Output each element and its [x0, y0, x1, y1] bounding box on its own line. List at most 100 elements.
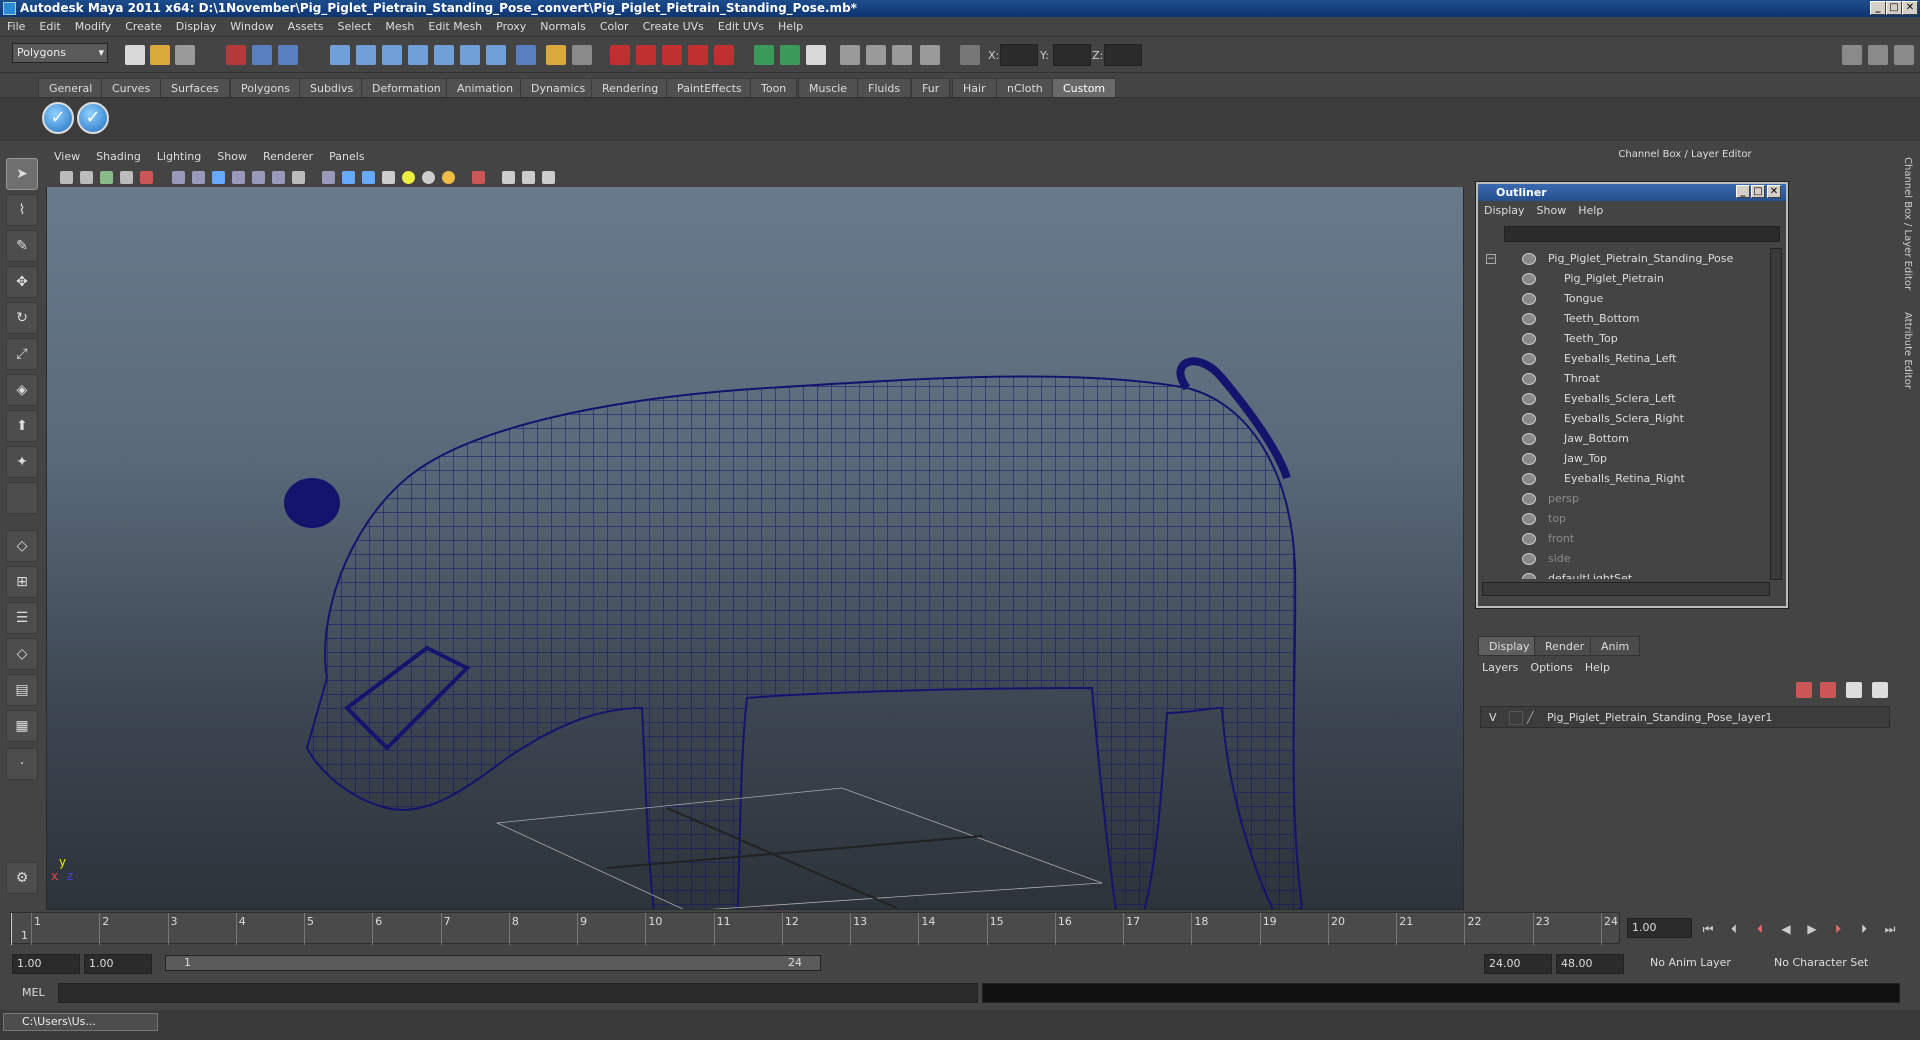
menu-normals[interactable]: Normals [533, 17, 593, 37]
history-off-icon[interactable] [486, 45, 506, 65]
maximize-button[interactable]: □ [1886, 1, 1902, 15]
outliner-item[interactable]: Eyeballs_Sclera_Left [1480, 389, 1768, 409]
soft-mod-icon[interactable]: ⬆ [6, 410, 38, 442]
outliner-close-button[interactable]: ✕ [1767, 185, 1781, 198]
outliner-item[interactable]: Pig_Piglet_Pietrain_Standing_Pose − [1480, 249, 1768, 269]
side-tab-channel-box[interactable]: Channel Box / Layer Editor [1902, 157, 1913, 290]
outliner-scrollbar[interactable] [1770, 248, 1782, 580]
layout-c-icon[interactable] [1894, 45, 1914, 65]
step-back-frame-icon[interactable]: ⏴ [1726, 922, 1742, 936]
outliner-item[interactable]: Tongue [1480, 289, 1768, 309]
smooth-shade-icon[interactable] [342, 171, 355, 184]
menu-color[interactable]: Color [593, 17, 636, 37]
perspective-viewport[interactable]: y x z [46, 147, 1464, 910]
animation-start-field[interactable]: 1.00 [12, 954, 80, 974]
outliner-item[interactable]: persp [1480, 489, 1768, 509]
resolution-gate-icon[interactable] [212, 171, 225, 184]
layer-menu-help[interactable]: Help [1579, 658, 1616, 678]
new-layer-icon[interactable] [1796, 682, 1812, 698]
open-scene-icon[interactable] [150, 45, 170, 65]
film-gate-icon[interactable] [192, 171, 205, 184]
layer-menu-options[interactable]: Options [1524, 658, 1578, 678]
render-view-icon[interactable] [572, 45, 592, 65]
textured-icon[interactable] [382, 171, 395, 184]
playback-end-field[interactable]: 24.00 [1484, 954, 1552, 974]
gate-mask-icon[interactable] [232, 171, 245, 184]
custom-layout-icon[interactable]: ▦ [6, 710, 38, 742]
tab-dynamics[interactable]: Dynamics [520, 78, 597, 97]
isolate-select-icon[interactable] [472, 171, 485, 184]
select-object-icon[interactable] [252, 45, 272, 65]
go-to-end-icon[interactable]: ⏭ [1882, 922, 1898, 936]
snap-curve-icon[interactable] [356, 45, 376, 65]
play-forwards-icon[interactable]: ▶ [1804, 922, 1820, 936]
lasso-tool-icon[interactable]: ⌇ [6, 194, 38, 226]
render-current-icon[interactable] [610, 45, 630, 65]
safe-title-icon[interactable] [292, 171, 305, 184]
mode-selector[interactable]: Polygons ▾ [12, 43, 108, 63]
grid-toggle-icon[interactable] [172, 171, 185, 184]
time-slider[interactable]: 1 1 2 3 4 5 6 7 8 9 10 11 12 13 14 15 16 17 18 19 20 21 22 23 2… [10, 912, 1620, 945]
snap-grid-icon[interactable] [330, 45, 350, 65]
camera-c-icon[interactable] [892, 45, 912, 65]
tab-curves[interactable]: Curves [101, 78, 162, 97]
layer-color-swatch[interactable]: ╱ [1527, 707, 1534, 729]
outliner-item[interactable]: top [1480, 509, 1768, 529]
single-perspective-layout-icon[interactable]: ◇ [6, 530, 38, 562]
camera-b-icon[interactable] [866, 45, 886, 65]
help-icon[interactable] [516, 45, 536, 65]
make-live-icon[interactable] [434, 45, 454, 65]
outliner-search-field[interactable] [1504, 226, 1780, 242]
viewport-menu-view[interactable]: View [46, 147, 88, 167]
safe-action-icon[interactable] [272, 171, 285, 184]
script-editor-icon[interactable]: ⚙ [6, 862, 38, 894]
rotate-tool-icon[interactable]: ↻ [6, 302, 38, 334]
viewport-menu-show[interactable]: Show [209, 147, 255, 167]
viewport-menu-shading[interactable]: Shading [88, 147, 149, 167]
y-field[interactable] [1053, 44, 1091, 66]
move-tool-icon[interactable]: ✥ [6, 266, 38, 298]
graph-layout-icon[interactable]: ◇ [6, 638, 38, 670]
render-region-icon[interactable] [714, 45, 734, 65]
play-backwards-icon[interactable]: ◀ [1778, 922, 1794, 936]
tab-muscle[interactable]: Muscle [798, 78, 859, 97]
sidebar-toggle-icon[interactable] [806, 45, 826, 65]
menu-select[interactable]: Select [330, 17, 378, 37]
blank-tool-icon[interactable] [6, 482, 38, 514]
layer-type-toggle[interactable] [1509, 711, 1523, 725]
all-lights-icon[interactable] [422, 171, 435, 184]
tab-ncloth[interactable]: nCloth [996, 78, 1054, 97]
current-time-marker[interactable] [11, 913, 12, 945]
outliner-item[interactable]: Pig_Piglet_Pietrain [1480, 269, 1768, 289]
default-light-icon[interactable] [402, 171, 415, 184]
layer-tab-display[interactable]: Display [1478, 636, 1541, 656]
outliner-item[interactable]: Eyeballs_Retina_Right [1480, 469, 1768, 489]
outliner-item[interactable]: Throat [1480, 369, 1768, 389]
menu-edit-uvs[interactable]: Edit UVs [711, 17, 771, 37]
collapse-toggle-icon[interactable]: − [1486, 254, 1496, 264]
viewport-menu-renderer[interactable]: Renderer [255, 147, 321, 167]
outliner-menu-display[interactable]: Display [1478, 201, 1531, 221]
input-line-icon[interactable] [754, 45, 774, 65]
new-scene-icon[interactable] [125, 45, 145, 65]
camera-icon[interactable] [840, 45, 860, 65]
manipulator-icon[interactable]: ◈ [6, 374, 38, 406]
anim-layer-selector[interactable]: No Anim Layer [1646, 954, 1754, 974]
select-hierarchy-icon[interactable] [226, 45, 246, 65]
outliner-item[interactable]: Teeth_Bottom [1480, 309, 1768, 329]
menu-mesh[interactable]: Mesh [378, 17, 421, 37]
four-view-layout-icon[interactable]: ⊞ [6, 566, 38, 598]
menu-help[interactable]: Help [771, 17, 810, 37]
outliner-menu-help[interactable]: Help [1572, 201, 1609, 221]
xray-joints-icon[interactable] [522, 171, 535, 184]
ipr-render-icon[interactable] [636, 45, 656, 65]
tab-fur[interactable]: Fur [911, 78, 951, 97]
layer-name[interactable]: Pig_Piglet_Pietrain_Standing_Pose_layer1 [1547, 707, 1772, 729]
viewport-menu-panels[interactable]: Panels [321, 147, 372, 167]
range-slider[interactable]: 1 24 [165, 955, 821, 971]
last-tool-icon[interactable]: ✦ [6, 446, 38, 478]
hypershade-icon[interactable] [688, 45, 708, 65]
render-settings-icon[interactable] [662, 45, 682, 65]
minimize-button[interactable]: _ [1870, 1, 1886, 15]
outliner-item[interactable]: Eyeballs_Sclera_Right [1480, 409, 1768, 429]
